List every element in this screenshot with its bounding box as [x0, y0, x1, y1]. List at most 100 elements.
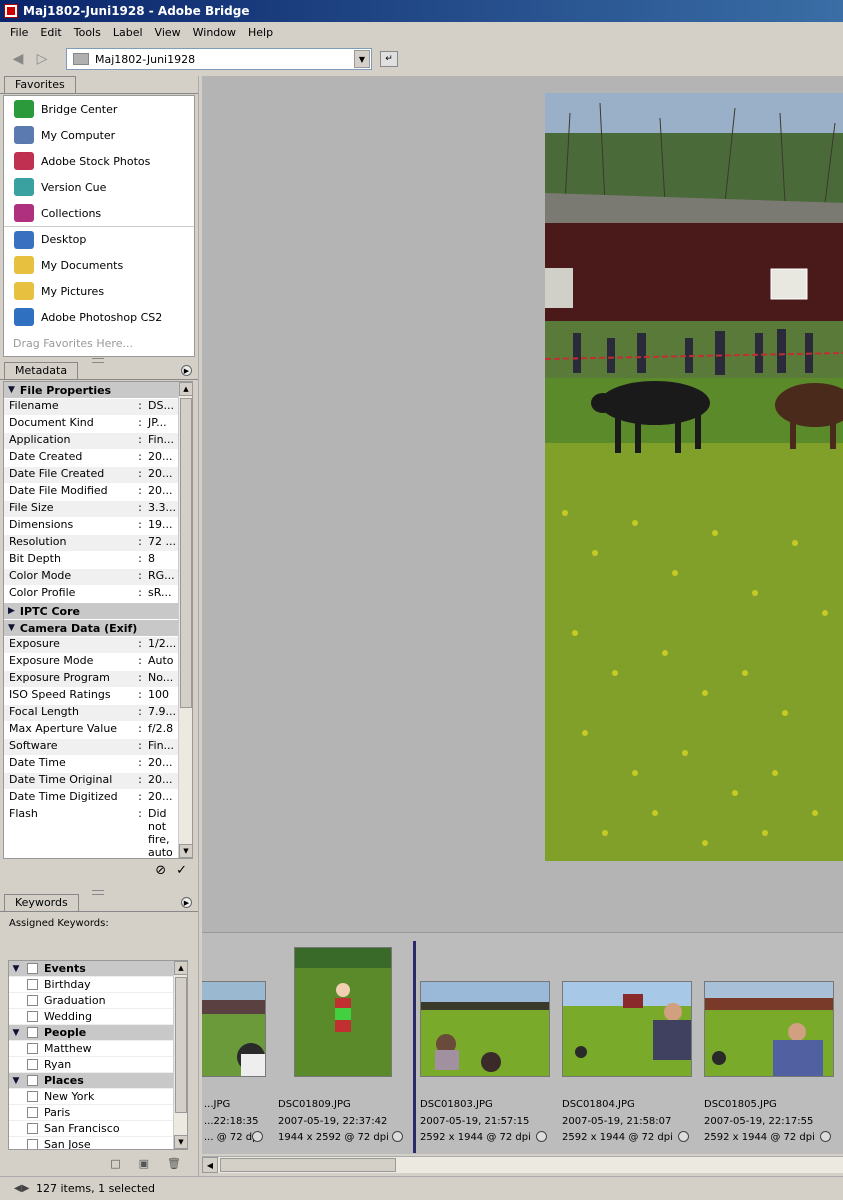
keyword-checkbox[interactable]	[27, 1027, 38, 1038]
fav-label: Desktop	[41, 233, 87, 246]
scroll-up-icon[interactable]: ▲	[174, 961, 187, 975]
keyword-item[interactable]: Ryan	[9, 1057, 173, 1073]
scrollbar-thumb[interactable]	[175, 977, 187, 1113]
keyword-item[interactable]: Graduation	[9, 993, 173, 1009]
status-bar: ◀▶ 127 items, 1 selected	[0, 1176, 843, 1200]
expand-triangle-icon[interactable]: ▼	[8, 623, 15, 633]
group-title: IPTC Core	[19, 604, 80, 618]
keyword-item[interactable]: Birthday	[9, 977, 173, 993]
group-iptc-core[interactable]: ▶ IPTC Core	[4, 603, 180, 620]
scroll-down-icon[interactable]: ▼	[179, 844, 192, 858]
fav-photoshop[interactable]: Adobe Photoshop CS2	[4, 304, 194, 330]
apply-check-icon[interactable]: ✓	[176, 863, 187, 878]
fav-label: My Pictures	[41, 284, 105, 298]
group-camera-data[interactable]: ▼ Camera Data (Exif)	[4, 620, 180, 637]
collapse-triangle-icon[interactable]: ▶	[8, 606, 15, 616]
menu-label[interactable]: Label	[107, 26, 149, 39]
scrollbar-thumb[interactable]	[220, 1158, 396, 1172]
forward-arrow-icon[interactable]: ▷	[30, 48, 54, 70]
new-keyword-set-icon[interactable]: □	[110, 1157, 120, 1170]
back-arrow-icon[interactable]: ◀	[6, 48, 30, 70]
group-file-properties[interactable]: ▼ File Properties	[4, 382, 180, 399]
meta-colon: :	[138, 484, 142, 497]
keyword-checkbox[interactable]	[27, 1011, 38, 1022]
keyword-checkbox[interactable]	[27, 995, 38, 1006]
thumb-date: 2007-05-19, 21:58:07	[562, 1116, 672, 1127]
filmstrip-item[interactable]: DSC01803.JPG 2007-05-19, 21:57:15 2592 x…	[420, 933, 560, 1153]
meta-colon: :	[138, 705, 142, 718]
filmstrip-item[interactable]: ...JPG ...22:18:35 ... @ 72 dpi	[202, 933, 266, 1153]
filmstrip-scrollbar[interactable]: ◀	[202, 1156, 843, 1173]
fav-desktop[interactable]: Desktop	[4, 226, 194, 252]
keyword-checkbox[interactable]	[27, 1043, 38, 1054]
keyword-item[interactable]: San Jose	[9, 1137, 173, 1149]
pictures-folder-icon	[14, 282, 34, 300]
menu-edit[interactable]: Edit	[34, 26, 67, 39]
expand-triangle-icon[interactable]: ▼	[9, 1028, 23, 1038]
meta-row: File Size:3.3...	[4, 501, 180, 518]
keyword-checkbox[interactable]	[27, 1059, 38, 1070]
meta-key: Date Time Digitized	[9, 790, 118, 803]
meta-row: Color Mode: RG...	[4, 569, 180, 586]
panel-menu-icon[interactable]: ▶	[181, 897, 192, 908]
up-folder-icon[interactable]: ↵	[380, 51, 398, 67]
meta-key: Max Aperture Value	[9, 722, 118, 735]
keyword-group[interactable]: ▼ Places	[9, 1073, 173, 1089]
keyword-checkbox[interactable]	[27, 1075, 38, 1086]
keyword-item[interactable]: Matthew	[9, 1041, 173, 1057]
keyword-checkbox[interactable]	[27, 1091, 38, 1102]
keyword-item[interactable]: Paris	[9, 1105, 173, 1121]
menu-help[interactable]: Help	[242, 26, 279, 39]
toggle-panels-icon[interactable]: ◀▶	[14, 1183, 29, 1194]
fav-adobe-stock-photos[interactable]: Adobe Stock Photos	[4, 148, 194, 174]
fav-bridge-center[interactable]: Bridge Center	[4, 96, 194, 122]
scroll-up-icon[interactable]: ▲	[179, 382, 192, 396]
keyword-group[interactable]: ▼ People	[9, 1025, 173, 1041]
chevron-down-icon[interactable]: ▼	[354, 50, 370, 68]
menu-view[interactable]: View	[149, 26, 187, 39]
menu-tools[interactable]: Tools	[68, 26, 107, 39]
keyword-item[interactable]: New York	[9, 1089, 173, 1105]
tab-keywords[interactable]: Keywords	[4, 894, 79, 911]
fav-my-pictures[interactable]: My Pictures	[4, 278, 194, 304]
keyword-item[interactable]: San Francisco	[9, 1121, 173, 1137]
expand-triangle-icon[interactable]: ▼	[9, 1076, 23, 1086]
fav-version-cue[interactable]: Version Cue	[4, 174, 194, 200]
expand-triangle-icon[interactable]: ▼	[9, 964, 23, 974]
keyword-checkbox[interactable]	[27, 1107, 38, 1118]
meta-value: No...	[148, 671, 174, 684]
thumb-dims: 2592 x 1944 @ 72 dpi	[704, 1132, 815, 1143]
fav-collections[interactable]: Collections	[4, 200, 194, 226]
tab-metadata[interactable]: Metadata	[4, 362, 79, 379]
meta-row: Filename: DS...	[4, 399, 180, 416]
metadata-scrollbar[interactable]: ▲ ▼	[178, 382, 192, 858]
filmstrip-item[interactable]: DSC01805.JPG 2007-05-19, 22:17:55 2592 x…	[704, 933, 843, 1153]
filmstrip-item[interactable]: DSC01809.JPG 2007-05-19, 22:37:42 1944 x…	[278, 933, 418, 1153]
path-label: Maj1802-Juni1928	[95, 52, 196, 66]
path-dropdown[interactable]: Maj1802-Juni1928 ▼	[66, 48, 372, 70]
scroll-down-icon[interactable]: ▼	[174, 1135, 187, 1149]
expand-triangle-icon[interactable]: ▼	[8, 385, 15, 395]
keywords-scrollbar[interactable]: ▲ ▼	[173, 961, 187, 1149]
menu-window[interactable]: Window	[187, 26, 242, 39]
delete-keyword-icon[interactable]: 🗑	[167, 1157, 181, 1170]
fav-my-documents[interactable]: My Documents	[4, 252, 194, 278]
keyword-group[interactable]: ▼ Events	[9, 961, 173, 977]
filmstrip-item[interactable]: DSC01804.JPG 2007-05-19, 21:58:07 2592 x…	[562, 933, 702, 1153]
panel-menu-icon[interactable]: ▶	[181, 365, 192, 376]
meta-key: Date Created	[9, 450, 83, 463]
scroll-left-icon[interactable]: ◀	[202, 1157, 218, 1173]
new-keyword-icon[interactable]: ▣	[139, 1157, 149, 1170]
scrollbar-thumb[interactable]	[180, 398, 192, 708]
menu-file[interactable]: File	[4, 26, 34, 39]
meta-value: Fin...	[148, 739, 175, 752]
keyword-item[interactable]: Wedding	[9, 1009, 173, 1025]
fav-my-computer[interactable]: My Computer	[4, 122, 194, 148]
keyword-checkbox[interactable]	[27, 963, 38, 974]
cancel-icon[interactable]: ⊘	[155, 863, 166, 878]
keyword-checkbox[interactable]	[27, 979, 38, 990]
tab-favorites[interactable]: Favorites	[4, 76, 76, 93]
keyword-checkbox[interactable]	[27, 1123, 38, 1134]
bridge-center-icon	[14, 100, 34, 118]
keyword-checkbox[interactable]	[27, 1139, 38, 1149]
